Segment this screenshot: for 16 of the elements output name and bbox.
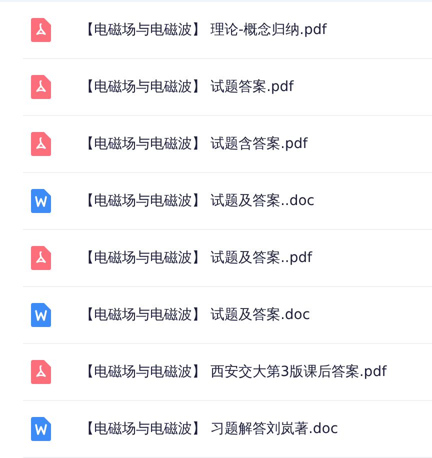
- file-name[interactable]: 【电磁场与电磁波】 习题解答刘岚著.doc: [80, 418, 338, 440]
- pdf-file-icon: [31, 132, 51, 156]
- word-file-icon: [31, 189, 51, 213]
- word-file-icon: [31, 417, 51, 441]
- file-name[interactable]: 【电磁场与电磁波】 理论-概念归纳.pdf: [80, 20, 327, 40]
- pdf-file-icon: [31, 75, 51, 99]
- file-name[interactable]: 【电磁场与电磁波】 试题及答案..doc: [80, 190, 314, 212]
- pdf-file-icon: [31, 246, 51, 270]
- file-name[interactable]: 【电磁场与电磁波】 试题答案.pdf: [80, 76, 294, 98]
- word-file-icon: [31, 303, 51, 327]
- pdf-file-icon: [31, 18, 51, 42]
- pdf-file-icon: [31, 360, 51, 384]
- file-name[interactable]: 【电磁场与电磁波】 试题及答案..pdf: [80, 248, 312, 268]
- file-name[interactable]: 【电磁场与电磁波】 西安交大第3版课后答案.pdf: [80, 362, 387, 382]
- file-name[interactable]: 【电磁场与电磁波】 试题及答案.doc: [80, 304, 310, 326]
- file-name[interactable]: 【电磁场与电磁波】 试题含答案.pdf: [80, 134, 308, 154]
